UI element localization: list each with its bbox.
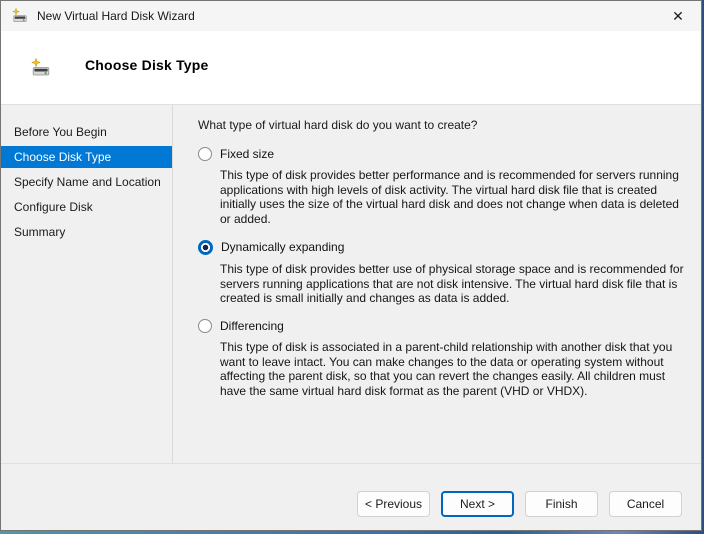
close-icon: ✕ (672, 8, 684, 25)
new-virtual-hard-disk-icon (12, 8, 28, 24)
finish-button[interactable]: Finish (525, 491, 598, 517)
sidebar-item-before-you-begin[interactable]: Before You Begin (1, 121, 172, 143)
option-description: This type of disk is associated in a par… (220, 340, 689, 399)
desktop-background: New Virtual Hard Disk Wizard ✕ Choose Di… (0, 0, 704, 534)
cancel-button[interactable]: Cancel (609, 491, 682, 517)
radio-differencing[interactable] (198, 319, 212, 333)
radio-row-differencing[interactable]: Differencing (198, 319, 689, 333)
wizard-header: Choose Disk Type (1, 31, 701, 105)
radio-row-fixed-size[interactable]: Fixed size (198, 147, 689, 161)
new-virtual-hard-disk-icon (31, 58, 51, 78)
radio-dynamically-expanding[interactable] (198, 240, 213, 255)
close-button[interactable]: ✕ (655, 1, 701, 31)
wizard-window: New Virtual Hard Disk Wizard ✕ Choose Di… (0, 0, 702, 531)
sidebar-item-summary[interactable]: Summary (1, 221, 172, 243)
window-title: New Virtual Hard Disk Wizard (37, 9, 195, 23)
wizard-body: Before You Begin Choose Disk Type Specif… (1, 105, 701, 463)
radio-fixed-size[interactable] (198, 147, 212, 161)
button-bar: < Previous Next > Finish Cancel (1, 463, 701, 530)
next-button[interactable]: Next > (441, 491, 514, 517)
option-differencing: Differencing This type of disk is associ… (198, 319, 689, 399)
option-description: This type of disk provides better use of… (220, 262, 689, 306)
question-label: What type of virtual hard disk do you wa… (198, 118, 689, 132)
title-bar: New Virtual Hard Disk Wizard ✕ (1, 1, 701, 31)
wizard-content: What type of virtual hard disk do you wa… (173, 105, 701, 463)
option-fixed-size: Fixed size This type of disk provides be… (198, 147, 689, 227)
option-dynamically-expanding: Dynamically expanding This type of disk … (198, 240, 689, 306)
radio-label[interactable]: Fixed size (220, 147, 274, 161)
sidebar-item-specify-name-and-location[interactable]: Specify Name and Location (1, 171, 172, 193)
previous-button[interactable]: < Previous (357, 491, 430, 517)
option-description: This type of disk provides better perfor… (220, 168, 689, 227)
radio-label[interactable]: Differencing (220, 319, 284, 333)
radio-label[interactable]: Dynamically expanding (221, 240, 344, 254)
wizard-steps-sidebar: Before You Begin Choose Disk Type Specif… (1, 105, 173, 463)
radio-row-dynamically-expanding[interactable]: Dynamically expanding (198, 240, 689, 255)
sidebar-item-choose-disk-type[interactable]: Choose Disk Type (1, 146, 172, 168)
page-title: Choose Disk Type (85, 57, 209, 73)
sidebar-item-configure-disk[interactable]: Configure Disk (1, 196, 172, 218)
